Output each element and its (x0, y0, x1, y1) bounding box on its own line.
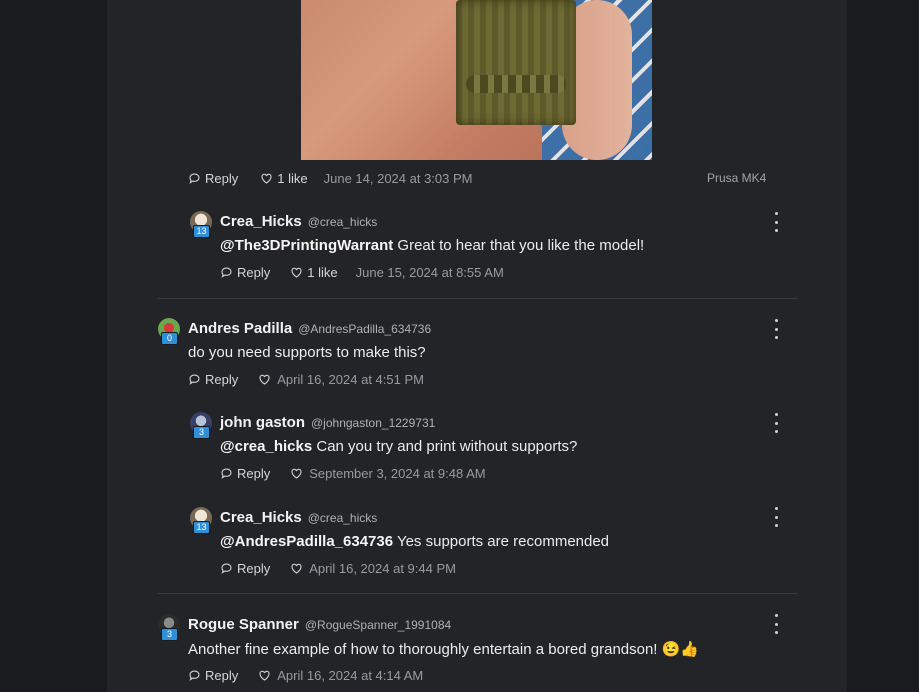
heart-icon (291, 468, 302, 479)
comment-body: Another fine example of how to thoroughl… (188, 641, 662, 658)
speech-bubble-icon (189, 670, 200, 681)
reply-button[interactable]: Reply (220, 466, 270, 481)
like-button[interactable] (258, 373, 271, 386)
comment-text: Another fine example of how to thoroughl… (188, 640, 699, 658)
level-badge: 13 (193, 225, 210, 238)
mention-link[interactable]: @AndresPadilla_634736 (220, 533, 393, 550)
author-handle[interactable]: @crea_hicks (308, 511, 378, 525)
comment-date: June 15, 2024 at 8:55 AM (355, 265, 504, 280)
reply-label: Reply (205, 372, 239, 387)
reply-button[interactable]: Reply (188, 171, 238, 186)
speech-bubble-icon (221, 267, 232, 278)
author-name[interactable]: john gaston (220, 414, 305, 431)
heart-icon (291, 267, 302, 278)
reply-button[interactable]: Reply (188, 372, 238, 387)
avatar[interactable]: 0 (158, 318, 180, 345)
comment-author: Andres Padilla @AndresPadilla_634736 (188, 320, 431, 337)
reply-button[interactable]: Reply (220, 561, 270, 576)
comment-date: June 14, 2024 at 3:03 PM (323, 171, 473, 186)
mention-link[interactable]: @The3DPrintingWarrant (220, 237, 393, 254)
author-name[interactable]: Crea_Hicks (220, 213, 302, 230)
comment-body: do you need supports to make this? (188, 344, 426, 361)
author-name[interactable]: Crea_Hicks (220, 509, 302, 526)
thread-divider (157, 298, 797, 299)
comment-body: Great to hear that you like the model! (393, 237, 645, 254)
avatar[interactable]: 3 (190, 412, 212, 439)
reply-label: Reply (237, 561, 271, 576)
photo-printed-model (456, 0, 576, 125)
comment-text: @The3DPrintingWarrant Great to hear that… (220, 237, 644, 254)
author-handle[interactable]: @RogueSpanner_1991084 (305, 618, 451, 632)
like-button[interactable]: 1 like (290, 265, 338, 280)
comment-actions: Reply April 16, 2024 at 4:14 AM (188, 668, 423, 683)
comment-actions: Reply April 16, 2024 at 4:51 PM (188, 372, 424, 387)
level-badge: 0 (161, 332, 178, 345)
like-button[interactable]: 1 like (260, 171, 308, 186)
level-badge: 13 (193, 521, 210, 534)
reply-label: Reply (237, 466, 271, 481)
speech-bubble-icon (189, 173, 200, 184)
comment-actions: Reply 1 like June 15, 2024 at 8:55 AM (220, 265, 504, 280)
comment-author: john gaston @johngaston_1229731 (220, 414, 435, 431)
kebab-menu-icon[interactable] (772, 507, 780, 527)
reply-label: Reply (205, 668, 239, 683)
kebab-menu-icon[interactable] (772, 319, 780, 339)
comment-actions: Reply April 16, 2024 at 9:44 PM (220, 561, 456, 576)
author-handle[interactable]: @AndresPadilla_634736 (298, 322, 431, 336)
comment-author: Crea_Hicks @crea_hicks (220, 509, 377, 526)
author-name[interactable]: Rogue Spanner (188, 616, 299, 633)
avatar[interactable]: 13 (190, 211, 212, 238)
kebab-menu-icon[interactable] (772, 413, 780, 433)
reply-label: Reply (205, 171, 239, 186)
comment-text: @crea_hicks Can you try and print withou… (220, 438, 577, 455)
post-actions: Reply 1 like June 14, 2024 at 3:03 PM (188, 171, 473, 186)
comment-text: @AndresPadilla_634736 Yes supports are r… (220, 533, 609, 550)
comment-date: April 16, 2024 at 9:44 PM (309, 561, 456, 576)
author-handle[interactable]: @johngaston_1229731 (311, 416, 435, 430)
speech-bubble-icon (221, 563, 232, 574)
avatar[interactable]: 13 (190, 507, 212, 534)
kebab-menu-icon[interactable] (772, 212, 780, 232)
comment-text: do you need supports to make this? (188, 344, 426, 361)
like-button[interactable] (290, 562, 303, 575)
heart-icon (259, 374, 270, 385)
heart-icon (261, 173, 272, 184)
level-badge: 3 (193, 426, 210, 439)
comment-body: Can you try and print without supports? (312, 438, 578, 455)
comment-actions: Reply September 3, 2024 at 9:48 AM (220, 466, 486, 481)
like-count: 1 like (307, 265, 338, 280)
level-badge: 3 (161, 628, 178, 641)
author-name[interactable]: Andres Padilla (188, 320, 292, 337)
mention-link[interactable]: @crea_hicks (220, 438, 312, 455)
reply-label: Reply (237, 265, 271, 280)
comment-author: Crea_Hicks @crea_hicks (220, 213, 377, 230)
like-button[interactable] (258, 669, 271, 682)
comment-author: Rogue Spanner @RogueSpanner_1991084 (188, 616, 451, 633)
emoji-wink-thumbs-up-icon: 😉👍 (661, 641, 700, 658)
speech-bubble-icon (189, 374, 200, 385)
reply-button[interactable]: Reply (188, 668, 238, 683)
printer-tag: Prusa MK4 (707, 171, 767, 185)
heart-icon (259, 670, 270, 681)
heart-icon (291, 563, 302, 574)
post-photo[interactable] (301, 0, 652, 160)
comment-date: April 16, 2024 at 4:14 AM (277, 668, 424, 683)
author-handle[interactable]: @crea_hicks (308, 215, 378, 229)
like-count: 1 like (277, 171, 308, 186)
avatar[interactable]: 3 (158, 614, 180, 641)
speech-bubble-icon (221, 468, 232, 479)
like-button[interactable] (290, 467, 303, 480)
reply-button[interactable]: Reply (220, 265, 270, 280)
comment-date: September 3, 2024 at 9:48 AM (309, 466, 486, 481)
kebab-menu-icon[interactable] (772, 614, 780, 634)
thread-divider (157, 593, 797, 594)
comment-body: Yes supports are recommended (393, 533, 610, 550)
comment-date: April 16, 2024 at 4:51 PM (277, 372, 424, 387)
